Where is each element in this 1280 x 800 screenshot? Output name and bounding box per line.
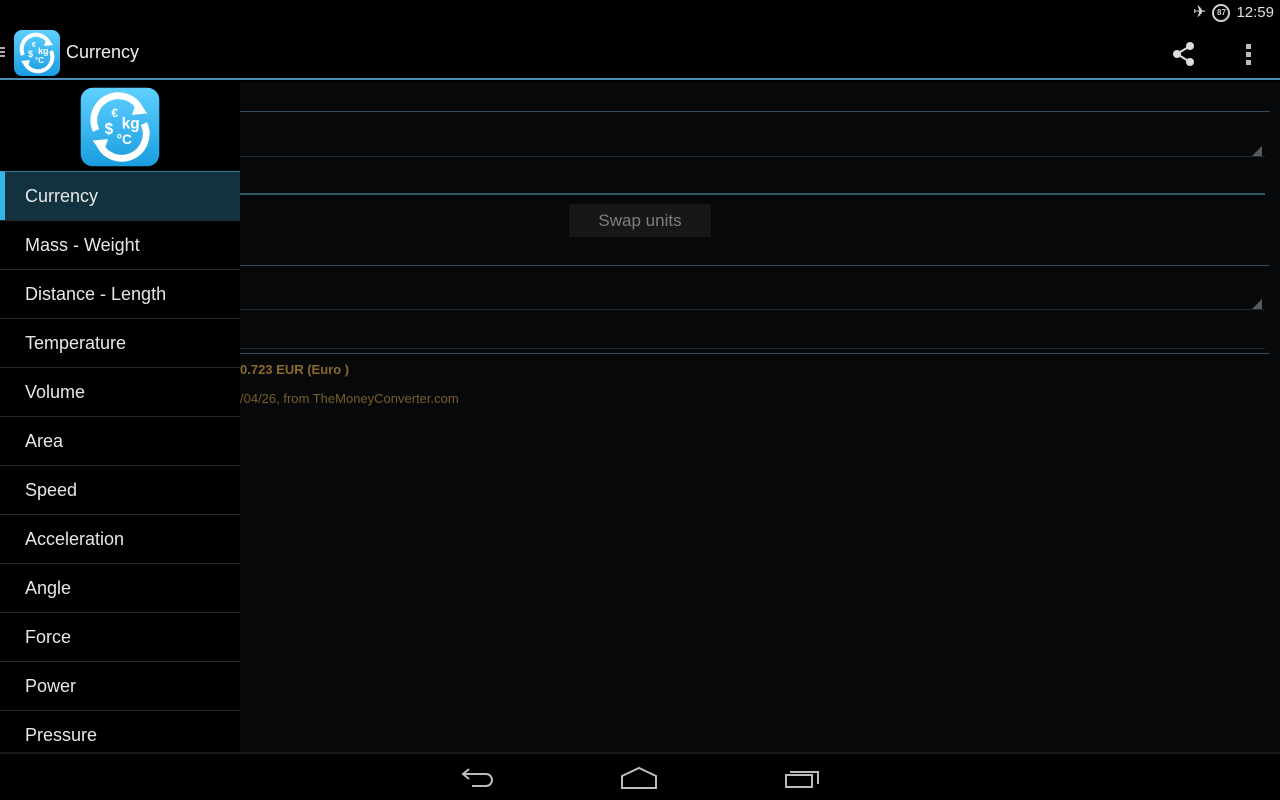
spinner-arrow-icon	[1252, 299, 1262, 309]
recent-apps-icon[interactable]	[778, 764, 826, 792]
svg-text:$: $	[28, 49, 33, 59]
svg-text:°C: °C	[117, 132, 132, 147]
drawer-item-label: Angle	[25, 577, 72, 598]
battery-level: 87	[1217, 8, 1226, 17]
airplane-mode-icon: ✈	[1193, 3, 1207, 21]
drawer-item-power[interactable]: Power	[0, 661, 240, 710]
status-bar: ✈ 87 12:59	[0, 0, 1280, 25]
svg-text:€: €	[32, 42, 36, 49]
drawer-item-area[interactable]: Area	[0, 416, 240, 465]
drawer-item-acceleration[interactable]: Acceleration	[0, 514, 240, 563]
drawer-item-label: Power	[25, 675, 77, 696]
drawer-item-force[interactable]: Force	[0, 612, 240, 661]
svg-text:€: €	[111, 106, 118, 120]
app-logo-icon[interactable]: $ € kg °C	[13, 29, 61, 77]
system-navigation-bar	[0, 752, 1280, 800]
svg-text:kg: kg	[38, 46, 49, 56]
battery-icon: 87	[1212, 3, 1231, 22]
share-icon[interactable]	[1170, 40, 1198, 68]
result-text: 0.723 EUR (Euro )	[240, 362, 350, 377]
svg-text:°C: °C	[35, 56, 44, 65]
drawer-item-label: Mass - Weight	[25, 234, 140, 255]
drawer-item-temperature[interactable]: Temperature	[0, 318, 240, 367]
drawer-indicator-icon[interactable]	[0, 47, 5, 59]
spinner-arrow-icon	[1252, 146, 1262, 156]
drawer-item-volume[interactable]: Volume	[0, 367, 240, 416]
drawer-item-angle[interactable]: Angle	[0, 563, 240, 612]
drawer-item-currency[interactable]: Currency	[0, 171, 240, 220]
swap-units-button[interactable]: Swap units	[569, 204, 711, 237]
action-bar: $ € kg °C Currency	[0, 25, 1280, 80]
source-text: /04/26, from TheMoneyConverter.com	[240, 391, 459, 406]
drawer-item-mass-weight[interactable]: Mass - Weight	[0, 220, 240, 269]
clock: 12:59	[1236, 4, 1274, 21]
drawer-item-label: Volume	[25, 381, 86, 402]
drawer-list: Currency Mass - Weight Distance - Length…	[0, 171, 240, 759]
home-icon[interactable]	[615, 764, 663, 792]
svg-text:kg: kg	[122, 116, 140, 133]
drawer-item-label: Currency	[25, 185, 99, 206]
drawer-item-label: Temperature	[25, 332, 127, 353]
svg-text:$: $	[105, 121, 114, 138]
overflow-menu-icon[interactable]	[1240, 40, 1256, 68]
drawer-item-label: Acceleration	[25, 528, 125, 549]
drawer-item-label: Speed	[25, 479, 78, 500]
navigation-drawer: $ € kg °C Currency Mass - Weight Distanc…	[0, 82, 240, 752]
action-bar-title: Currency	[66, 42, 140, 62]
drawer-item-distance-length[interactable]: Distance - Length	[0, 269, 240, 318]
back-icon[interactable]	[454, 764, 502, 792]
drawer-item-label: Force	[25, 626, 72, 647]
drawer-item-label: Distance - Length	[25, 283, 167, 304]
drawer-item-speed[interactable]: Speed	[0, 465, 240, 514]
app-logo-icon: $ € kg °C	[80, 87, 160, 167]
drawer-item-label: Pressure	[25, 724, 98, 745]
drawer-item-label: Area	[25, 430, 64, 451]
